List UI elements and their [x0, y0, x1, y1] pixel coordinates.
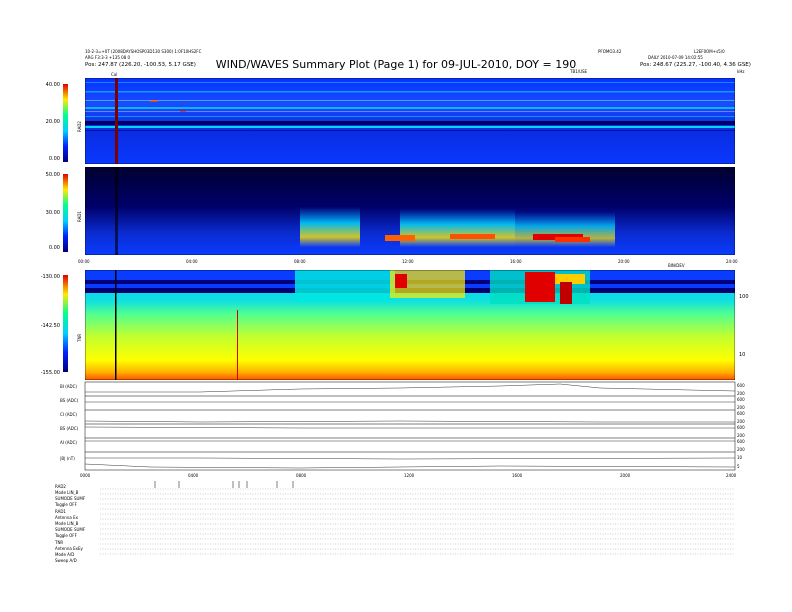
rad2-heatmap	[85, 78, 735, 164]
settings-line: SUMODE SUMF	[55, 496, 86, 501]
lines-time-tick: 1600	[512, 473, 523, 478]
lines-time-tick: 0800	[296, 473, 307, 478]
time-tick: 20:00	[618, 259, 630, 264]
tnr-tick-top: -130.00	[40, 274, 60, 280]
rad1-heatmap	[85, 167, 735, 255]
line-row-tick: 600	[737, 425, 745, 430]
header-right-top-a: PFOMO3.42	[598, 49, 622, 54]
rad2-cal-label: Cal	[111, 72, 118, 77]
rad2-tick-mid: 20.00	[45, 119, 60, 125]
time-tick: 24:00	[726, 259, 738, 264]
tnr-panel	[85, 270, 735, 380]
line-row-tick: 10	[737, 455, 743, 460]
line-row-tick: 600	[737, 439, 745, 444]
settings-line: Mode LIN_B	[55, 490, 79, 495]
rad2-colorbar	[63, 84, 68, 162]
tnr-colorbar	[63, 275, 68, 372]
settings-line: TNR	[55, 540, 64, 545]
rad1-colorbar	[63, 174, 68, 252]
line-row-tick: 200	[737, 447, 745, 452]
rad1-emission	[300, 207, 615, 247]
line-row-label: BS (ADC)	[60, 426, 79, 431]
line-traces	[84, 383, 736, 469]
line-row-tick: 600	[737, 411, 745, 416]
tb-label: TB1/USE	[570, 69, 588, 74]
rad1-name: RAD1	[77, 211, 82, 222]
lines-time-tick: 1200	[404, 473, 415, 478]
line-row-label: CI (ADC)	[60, 412, 77, 417]
header-left-line1: 10-2-3=+0T (2008DAYSHOSP03D130 S300) 1:0…	[85, 49, 202, 54]
rad2-tick-bottom: 0.00	[48, 156, 60, 162]
line-row-label: AI (ADC)	[60, 440, 77, 445]
time-tick: 04:00	[186, 259, 198, 264]
settings-line: Toggle OFF	[55, 502, 77, 507]
lines-time-tick: 2400	[726, 473, 737, 478]
line-row-tick: 600	[737, 383, 745, 388]
tnr-right-tick-10: 10	[739, 352, 746, 358]
header-right-top-b: L2EF0OM+s5/0	[694, 49, 725, 54]
line-row-label: |B| (nT)	[60, 456, 75, 461]
tnr-heatmap	[85, 270, 735, 380]
tnr-name: TNR	[77, 333, 82, 342]
tnr-top-right-label: BIN/DEV	[668, 263, 685, 268]
tnr-right-tick-100: 100	[739, 294, 749, 300]
settings-line: Toggle OFF	[55, 533, 77, 538]
rad2-name: RAD2	[77, 121, 82, 132]
rad1-panel	[85, 167, 735, 255]
rad2-panel: Cal	[85, 72, 735, 164]
line-row-tick: 200	[737, 433, 745, 438]
rad2-tick-top: 40.00	[45, 82, 60, 88]
time-tick: 12:00	[402, 259, 414, 264]
header-right-line2: DAILY 2010-07-09 14:02:55	[648, 55, 703, 60]
rad2-marker	[115, 78, 118, 164]
settings-line: Antenna Ex	[55, 515, 78, 520]
settings-line: RAD2	[55, 484, 66, 489]
settings-line: RAD1	[55, 509, 66, 514]
rad1-tick-bottom: 0.00	[48, 245, 60, 251]
rad1-tick-top: 50.00	[45, 172, 60, 178]
settings-line: Mode A/D	[55, 552, 75, 557]
line-row-tick: 600	[737, 397, 745, 402]
rad1-tick-mid: 30.00	[45, 210, 60, 216]
time-tick: 00:00	[78, 259, 90, 264]
line-row-tick: 200	[737, 419, 745, 424]
tnr-tick-bottom: -155.00	[40, 370, 60, 376]
lines-time-tick: 2000	[620, 473, 631, 478]
time-tick: 16:00	[510, 259, 522, 264]
lines-time-tick: 0400	[188, 473, 199, 478]
line-row-label: BI (ADC)	[60, 384, 77, 389]
settings-line: Sweep A/D	[55, 558, 77, 563]
event-ticks	[154, 481, 294, 488]
lines-time-tick: 0000	[80, 473, 91, 478]
settings-line: SUMODE SUMF	[55, 527, 86, 532]
line-row-label: BS (ADC)	[60, 398, 79, 403]
line-row-tick: 5	[737, 464, 740, 469]
settings-grid	[100, 488, 735, 555]
khz-label: kHz	[737, 69, 745, 74]
time-tick: 08:00	[294, 259, 306, 264]
header-right-pos: Pos: 248.67 (225.27, -100.40, 4.36 GSE)	[640, 62, 751, 68]
line-row-tick: 200	[737, 391, 745, 396]
settings-line: Antenna ExEy	[55, 546, 83, 551]
tnr-tick-mid: -142.50	[40, 323, 60, 329]
settings-line: Mode LIN_B	[55, 521, 79, 526]
line-row-tick: 200	[737, 405, 745, 410]
